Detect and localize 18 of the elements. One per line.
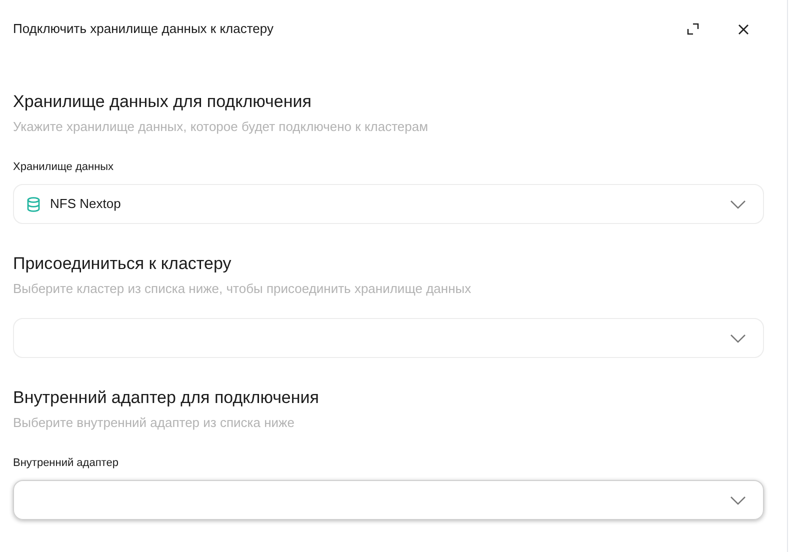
section-heading: Присоединиться к кластеру [13, 253, 232, 275]
select-field[interactable]: NFS Nextop [13, 184, 764, 224]
field-label: Хранилище данных [13, 160, 115, 174]
close-icon [738, 24, 748, 34]
dialog-title: Подключить хранилище данных к кластеру [13, 20, 274, 38]
select-field[interactable] [13, 480, 764, 520]
chevron-down-icon [730, 496, 746, 504]
field-label: Внутренний адаптер [13, 456, 120, 470]
section-description: Выберите внутренний адаптер из списка ниже [13, 414, 296, 432]
select-value: NFS Nextop [50, 195, 121, 214]
chevron-down-icon [730, 200, 746, 208]
section-description: Укажите хранилище данных, которое будет подключено к кластерам [13, 118, 430, 136]
section-heading: Внутренний адаптер для подключения [13, 387, 320, 409]
section-heading: Хранилище данных для подключения [13, 91, 312, 113]
chevron-down-icon [730, 334, 746, 342]
expand-icon [687, 23, 699, 35]
section-description: Выберите кластер из списка ниже, чтобы присоединить хранилище данных [13, 280, 472, 298]
database-icon [27, 196, 40, 212]
